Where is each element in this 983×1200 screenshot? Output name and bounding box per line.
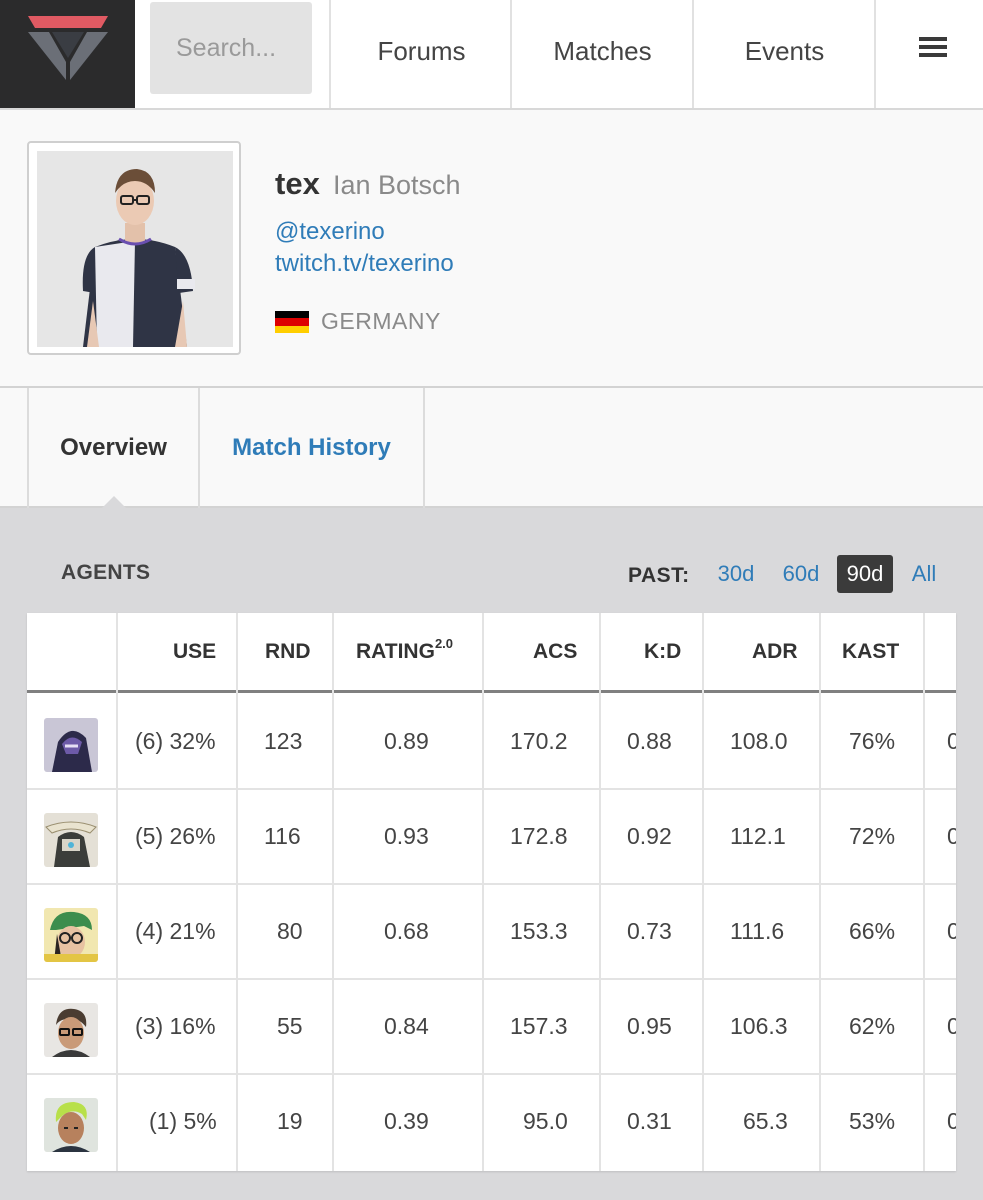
killjoy-icon [44,908,98,962]
nav-forums[interactable]: Forums [329,0,512,108]
cell-clipped: 0 [947,1013,956,1039]
table-row[interactable]: (3) 16% 55 0.84 157.3 0.95 106.3 62% 0 [27,980,956,1075]
reyna-icon [44,718,98,772]
cell-adr: 106.3 [730,1013,788,1039]
cell-rnd: 116 [264,823,301,849]
cell-kast: 76% [849,728,896,754]
cell-clipped: 0 [947,1108,956,1134]
table-row[interactable]: (4) 21% 80 0.68 153.3 0.73 111.6 66% 0 [27,885,956,980]
cell-kast: 72% [849,823,896,849]
cell-rnd: 80 [277,918,303,944]
tab-match-history[interactable]: Match History [200,388,425,508]
cell-kd: 0.31 [627,1108,672,1134]
period-all-button[interactable]: All [904,555,944,593]
col-header-acs: ACS [533,640,578,663]
cell-acs: 95.0 [523,1108,568,1134]
player-real-name: Ian Botsch [333,170,461,200]
table-row[interactable]: (6) 32% 123 0.89 170.2 0.88 108.0 76% 0 [27,695,956,790]
player-country: GERMANY [321,308,441,334]
cell-adr: 111.6 [730,918,785,944]
cell-kd: 0.92 [627,823,672,849]
vlr-logo-icon [28,16,108,80]
active-tab-caret-icon [101,496,127,509]
chamber-icon [44,1003,98,1057]
period-60d-button[interactable]: 60d [776,555,826,593]
cell-rating: 0.93 [384,823,429,849]
cell-use: (5) 26% [135,823,216,849]
past-period-label: PAST: [628,564,690,587]
agents-section-title: AGENTS [61,561,151,584]
cell-kd: 0.73 [627,918,672,944]
col-header-rating: RATING2.0 [356,636,454,663]
col-header-adr: ADR [752,640,798,663]
period-30d-button[interactable]: 30d [711,555,761,593]
cell-use: (3) 16% [135,1013,216,1039]
cell-adr: 112.1 [730,823,786,849]
table-header-row: USE RND RATING2.0 ACS K:D ADR KAST [27,613,956,693]
cell-rnd: 19 [277,1108,303,1134]
twitch-link[interactable]: twitch.tv/texerino [275,250,454,278]
cypher-icon [44,813,98,867]
cell-kd: 0.88 [627,728,672,754]
top-nav: Search... Forums Matches Events [0,0,983,110]
col-header-rnd: RND [265,640,311,663]
cell-rating: 0.39 [384,1108,429,1134]
twitter-link[interactable]: @texerino [275,218,385,246]
profile-tabs: Overview Match History [0,388,983,508]
table-row[interactable]: (5) 26% 116 0.93 172.8 0.92 112.1 72% 0 [27,790,956,885]
cell-rating: 0.84 [384,1013,429,1039]
cell-clipped: 0 [947,728,956,754]
cell-kast: 53% [849,1108,896,1134]
tab-overview[interactable]: Overview [27,388,200,508]
table-row[interactable]: (1) 5% 19 0.39 95.0 0.31 65.3 53% 0 [27,1075,956,1170]
cell-acs: 170.2 [510,728,568,754]
nav-matches[interactable]: Matches [510,0,693,108]
cell-rnd: 123 [264,728,303,754]
col-header-use: USE [173,640,217,663]
cell-rating: 0.68 [384,918,429,944]
col-header-kast: KAST [842,640,900,663]
nav-events[interactable]: Events [692,0,875,108]
cell-acs: 172.8 [510,823,568,849]
period-90d-button[interactable]: 90d [837,555,893,593]
neon-icon [44,1098,98,1152]
cell-rating: 0.89 [384,728,429,754]
cell-use: (4) 21% [135,918,216,944]
cell-clipped: 0 [947,918,956,944]
germany-flag-icon [275,311,309,333]
player-header: tex Ian Botsch @texerino twitch.tv/texer… [0,110,983,388]
cell-rnd: 55 [277,1013,303,1039]
cell-clipped: 0 [947,823,956,849]
cell-adr: 65.3 [743,1108,788,1134]
rating-version-sup: 2.0 [434,636,454,651]
cell-kast: 66% [849,918,896,944]
hamburger-menu-button[interactable] [874,0,983,108]
cell-acs: 153.3 [510,918,568,944]
player-photo-frame [27,141,241,355]
site-logo[interactable] [0,0,135,108]
cell-adr: 108.0 [730,728,788,754]
cell-kast: 62% [849,1013,896,1039]
search-input[interactable]: Search... [150,2,312,94]
cell-kd: 0.95 [627,1013,672,1039]
agents-stats-table: USE RND RATING2.0 ACS K:D ADR KAST (6) 3… [27,613,956,1171]
cell-use: (1) 5% [149,1108,217,1134]
cell-use: (6) 32% [135,728,216,754]
col-header-kd: K:D [644,640,682,663]
player-handle: tex [275,166,320,201]
player-photo [37,151,233,347]
cell-acs: 157.3 [510,1013,568,1039]
